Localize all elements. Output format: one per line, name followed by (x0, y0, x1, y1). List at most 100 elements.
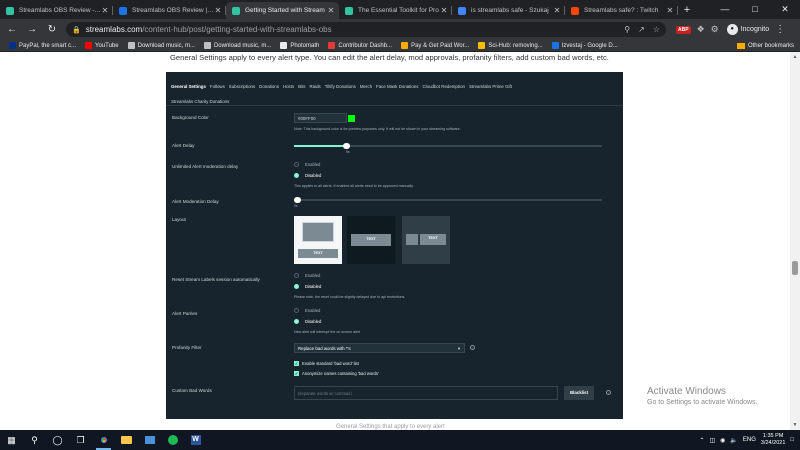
bookmark-item[interactable]: Contributor Dashb... (328, 42, 392, 49)
moderation-delay-slider[interactable] (294, 197, 602, 203)
notifications-icon[interactable]: □ (790, 437, 794, 443)
browser-tab[interactable]: Streamlabs OBS Review - St ✕ (0, 2, 113, 19)
settings-tab[interactable]: General Settings (171, 84, 206, 89)
page-scrollbar[interactable]: ▲ ▼ (790, 52, 800, 430)
task-view-icon[interactable]: ❐ (69, 430, 92, 450)
clock[interactable]: 1:35 PM 3/24/2021 (761, 433, 785, 447)
address-bar[interactable]: 🔒 streamlabs.com/content-hub/post/gettin… (66, 22, 666, 37)
radio-icon (294, 273, 299, 278)
info-icon[interactable]: i (606, 390, 611, 395)
settings-tab[interactable]: Face Mask Donations (376, 84, 418, 89)
bookmark-item[interactable]: Pay & Get Paid Wor... (401, 42, 469, 49)
blacklist-button[interactable]: Blacklist (564, 386, 594, 400)
settings-tab[interactable]: Streamlabs Prime Gift (469, 84, 512, 89)
windows-taskbar: ▦ ⚲ ◯ ❐ W ⌃ ◫ ◉ 🔈 ENG 1:35 PM 3/24/2021 … (0, 430, 800, 450)
settings-tab[interactable]: Cloudbot Redemption (422, 84, 464, 89)
scroll-thumb[interactable] (792, 261, 798, 275)
standard-bad-word-checkbox[interactable]: ✓ Enable standard 'bad word' list (294, 361, 359, 366)
settings-tab[interactable]: Subscriptions (229, 84, 255, 89)
layout-option-image-above[interactable]: TEXT (294, 216, 342, 264)
chrome-icon[interactable] (92, 430, 115, 450)
file-explorer-icon[interactable] (115, 430, 138, 450)
unlimited-moderation-disabled[interactable]: Disabled (294, 173, 321, 178)
unlimited-moderation-enabled[interactable]: Enabled (294, 162, 320, 167)
close-tab-icon[interactable]: ✕ (327, 6, 335, 15)
bookmark-star-icon[interactable]: ☆ (653, 25, 660, 34)
browser-tab[interactable]: Streamlabs OBS Review | Th ✕ (113, 2, 226, 19)
layout-option-image-left[interactable]: TEXT (402, 216, 450, 264)
alert-parries-note: New alert will interrupt the on screen a… (294, 330, 361, 334)
settings-tab[interactable]: Raids (310, 84, 321, 89)
spotify-icon[interactable] (161, 430, 184, 450)
bookmark-label: Photomath (290, 42, 320, 49)
search-icon[interactable]: ⚲ (23, 430, 46, 450)
reload-icon[interactable]: ↻ (44, 22, 60, 38)
radio-icon (294, 319, 299, 324)
close-tab-icon[interactable]: ✕ (553, 6, 561, 15)
cortana-icon[interactable]: ◯ (46, 430, 69, 450)
alert-parries-disabled[interactable]: Disabled (294, 319, 321, 324)
incognito-indicator[interactable]: ● Incognito (726, 24, 769, 35)
browser-tab[interactable]: is streamlabs safe - Szukaj ✕ (452, 2, 565, 19)
anonymize-names-checkbox[interactable]: ✓ Anonymize names containing 'bad words' (294, 371, 379, 376)
profanity-filter-select[interactable]: Replace bad words with *'s ▼ (294, 343, 465, 353)
close-tab-icon[interactable]: ✕ (666, 6, 674, 15)
alert-parries-enabled[interactable]: Enabled (294, 308, 320, 313)
alert-delay-slider[interactable] (294, 143, 602, 149)
chevron-up-icon[interactable]: ⌃ (699, 437, 704, 444)
tab-separator (677, 6, 678, 15)
new-tab-button[interactable]: + (678, 2, 696, 19)
bookmark-item[interactable]: Download music, m... (127, 42, 195, 49)
scroll-down-icon[interactable]: ▼ (790, 422, 800, 428)
bookmark-item[interactable]: PayPal, the smart c... (9, 42, 76, 49)
close-window-icon[interactable]: ✕ (770, 0, 800, 19)
network-icon[interactable]: ◫ (709, 437, 715, 444)
settings-tab[interactable]: Donations (259, 84, 279, 89)
settings-tab[interactable]: Streamlabs Charity Donations (171, 99, 229, 104)
settings-tab[interactable]: Follows (210, 84, 225, 89)
browser-tab[interactable]: The Essential Toolkit for Pro ✕ (339, 2, 452, 19)
reset-session-enabled[interactable]: Enabled (294, 273, 320, 278)
word-icon[interactable]: W (184, 430, 207, 450)
settings-tab[interactable]: Tiltify Donations (325, 84, 356, 89)
forward-icon[interactable]: → (24, 22, 40, 38)
background-color-input[interactable]: #00FF00 (294, 113, 355, 123)
layout-option-text-over-image[interactable]: TEXT (347, 216, 395, 264)
browser-tab[interactable]: Streamlabs safe? : Twitch ✕ (565, 2, 678, 19)
browser-menu-icon[interactable]: ⋮ (775, 24, 785, 35)
browser-tab[interactable]: Getting Started with Stream ✕ (226, 2, 339, 19)
windows-start-icon[interactable]: ▦ (0, 430, 23, 450)
favicon-icon (458, 6, 466, 15)
back-icon[interactable]: ← (4, 22, 20, 38)
bookmark-item[interactable]: Photomath (280, 42, 319, 49)
color-swatch[interactable] (348, 115, 355, 122)
bookmark-item[interactable]: Download music, m... (203, 42, 271, 49)
adblock-icon[interactable]: ABP (676, 25, 691, 34)
reset-session-disabled[interactable]: Disabled (294, 284, 321, 289)
close-tab-icon[interactable]: ✕ (440, 6, 448, 15)
settings-tab[interactable]: Hosts (283, 84, 294, 89)
bookmark-item[interactable]: Izvestaj - Google D... (551, 42, 618, 49)
scroll-up-icon[interactable]: ▲ (790, 54, 800, 60)
photos-icon[interactable] (138, 430, 161, 450)
extension-icon[interactable]: ❖ (697, 24, 705, 35)
moderation-delay-handle[interactable] (294, 197, 301, 203)
other-bookmarks[interactable]: Other bookmarks (736, 42, 794, 49)
settings-tab[interactable]: Merch (360, 84, 372, 89)
puzzle-icon[interactable]: ⚙ (711, 24, 719, 35)
settings-tab[interactable]: Bits (298, 84, 305, 89)
minimize-icon[interactable]: — (710, 0, 740, 19)
info-icon[interactable]: i (470, 345, 475, 350)
bookmark-item[interactable]: YouTube (85, 42, 119, 49)
close-tab-icon[interactable]: ✕ (101, 6, 109, 15)
maximize-icon[interactable]: □ (740, 0, 770, 19)
wifi-icon[interactable]: ◉ (720, 437, 725, 444)
language-indicator[interactable]: ENG (743, 437, 756, 443)
close-tab-icon[interactable]: ✕ (214, 6, 222, 15)
volume-icon[interactable]: 🔈 (730, 437, 737, 444)
custom-bad-words-input[interactable]: (separate words w/ commas) (294, 386, 558, 400)
search-icon[interactable]: ⚲ (624, 25, 630, 34)
share-icon[interactable]: ↗ (638, 25, 645, 34)
bookmark-item[interactable]: Sci-Hub: removing... (478, 42, 543, 49)
alert-delay-handle[interactable] (343, 143, 350, 149)
